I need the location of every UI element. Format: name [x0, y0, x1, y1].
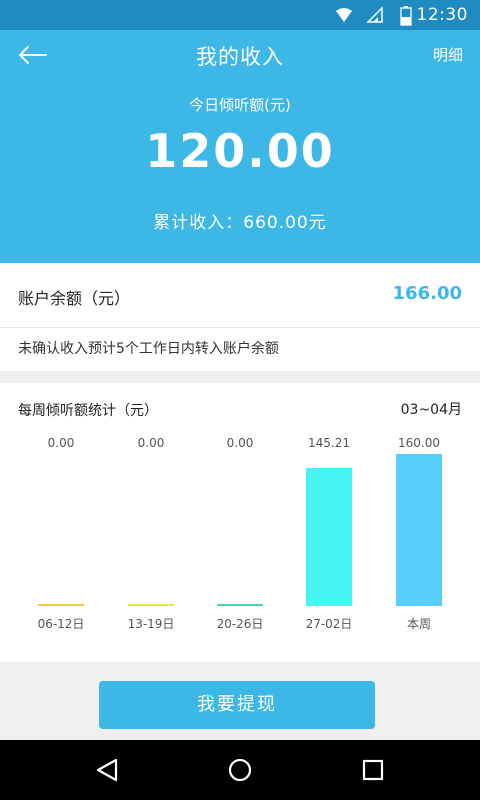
app-bar: 我的收入 明细 [0, 30, 480, 80]
bar-value-label: 0.00 [47, 436, 75, 450]
chart-bar [306, 468, 352, 606]
bar-value-label: 145.21 [308, 436, 350, 450]
today-amount: 120.00 [145, 124, 335, 178]
x-tick-label: 27-02日 [305, 617, 353, 631]
status-time: 12:30 [416, 5, 468, 25]
pending-note: 未确认收入预计5个工作日内转入账户余额 [18, 341, 279, 357]
balance-value: 166.00 [392, 283, 462, 304]
chart-bar [396, 454, 442, 606]
chart-bar [38, 604, 84, 606]
weekly-stats-card: 每周倾听额统计（元） 03~04月 0.00 06-12日 0.00 13-19日 0.… [0, 383, 480, 662]
wifi-icon [336, 8, 352, 22]
weekly-bar-chart: 0.00 06-12日 0.00 13-19日 0.00 20-26日 145.21 27-0… [0, 383, 480, 662]
balance-label: 账户余额（元） [18, 289, 131, 308]
system-nav-bar [0, 740, 480, 800]
detail-button[interactable]: 明细 [433, 44, 463, 65]
status-bar: 12:30 [0, 0, 480, 30]
income-summary: 今日倾听额(元) 120.00 累计收入：660.00元 [0, 80, 480, 263]
x-tick-label: 13-19日 [127, 617, 175, 631]
chart-bar [217, 604, 263, 606]
bar-value-label: 160.00 [398, 436, 440, 450]
battery-icon [400, 6, 412, 26]
account-card: 账户余额（元） 166.00 未确认收入预计5个工作日内转入账户余额 [0, 263, 480, 371]
chart-bar [128, 604, 174, 606]
today-label: 今日倾听额(元) [189, 96, 291, 114]
nav-recents-icon[interactable] [353, 755, 393, 785]
signal-icon [366, 6, 383, 23]
x-tick-label: 06-12日 [37, 617, 85, 631]
withdraw-button[interactable]: 我要提现 [99, 681, 375, 729]
x-tick-label: 20-26日 [216, 617, 264, 631]
page-title: 我的收入 [196, 45, 284, 69]
nav-back-icon[interactable] [88, 755, 128, 785]
bar-value-label: 0.00 [226, 436, 254, 450]
bar-value-label: 0.00 [137, 436, 165, 450]
x-tick-label: 本周 [406, 617, 431, 631]
nav-home-icon[interactable] [220, 755, 260, 785]
balance-row: 账户余额（元） 166.00 [0, 263, 480, 328]
total-income: 累计收入：660.00元 [153, 213, 327, 233]
